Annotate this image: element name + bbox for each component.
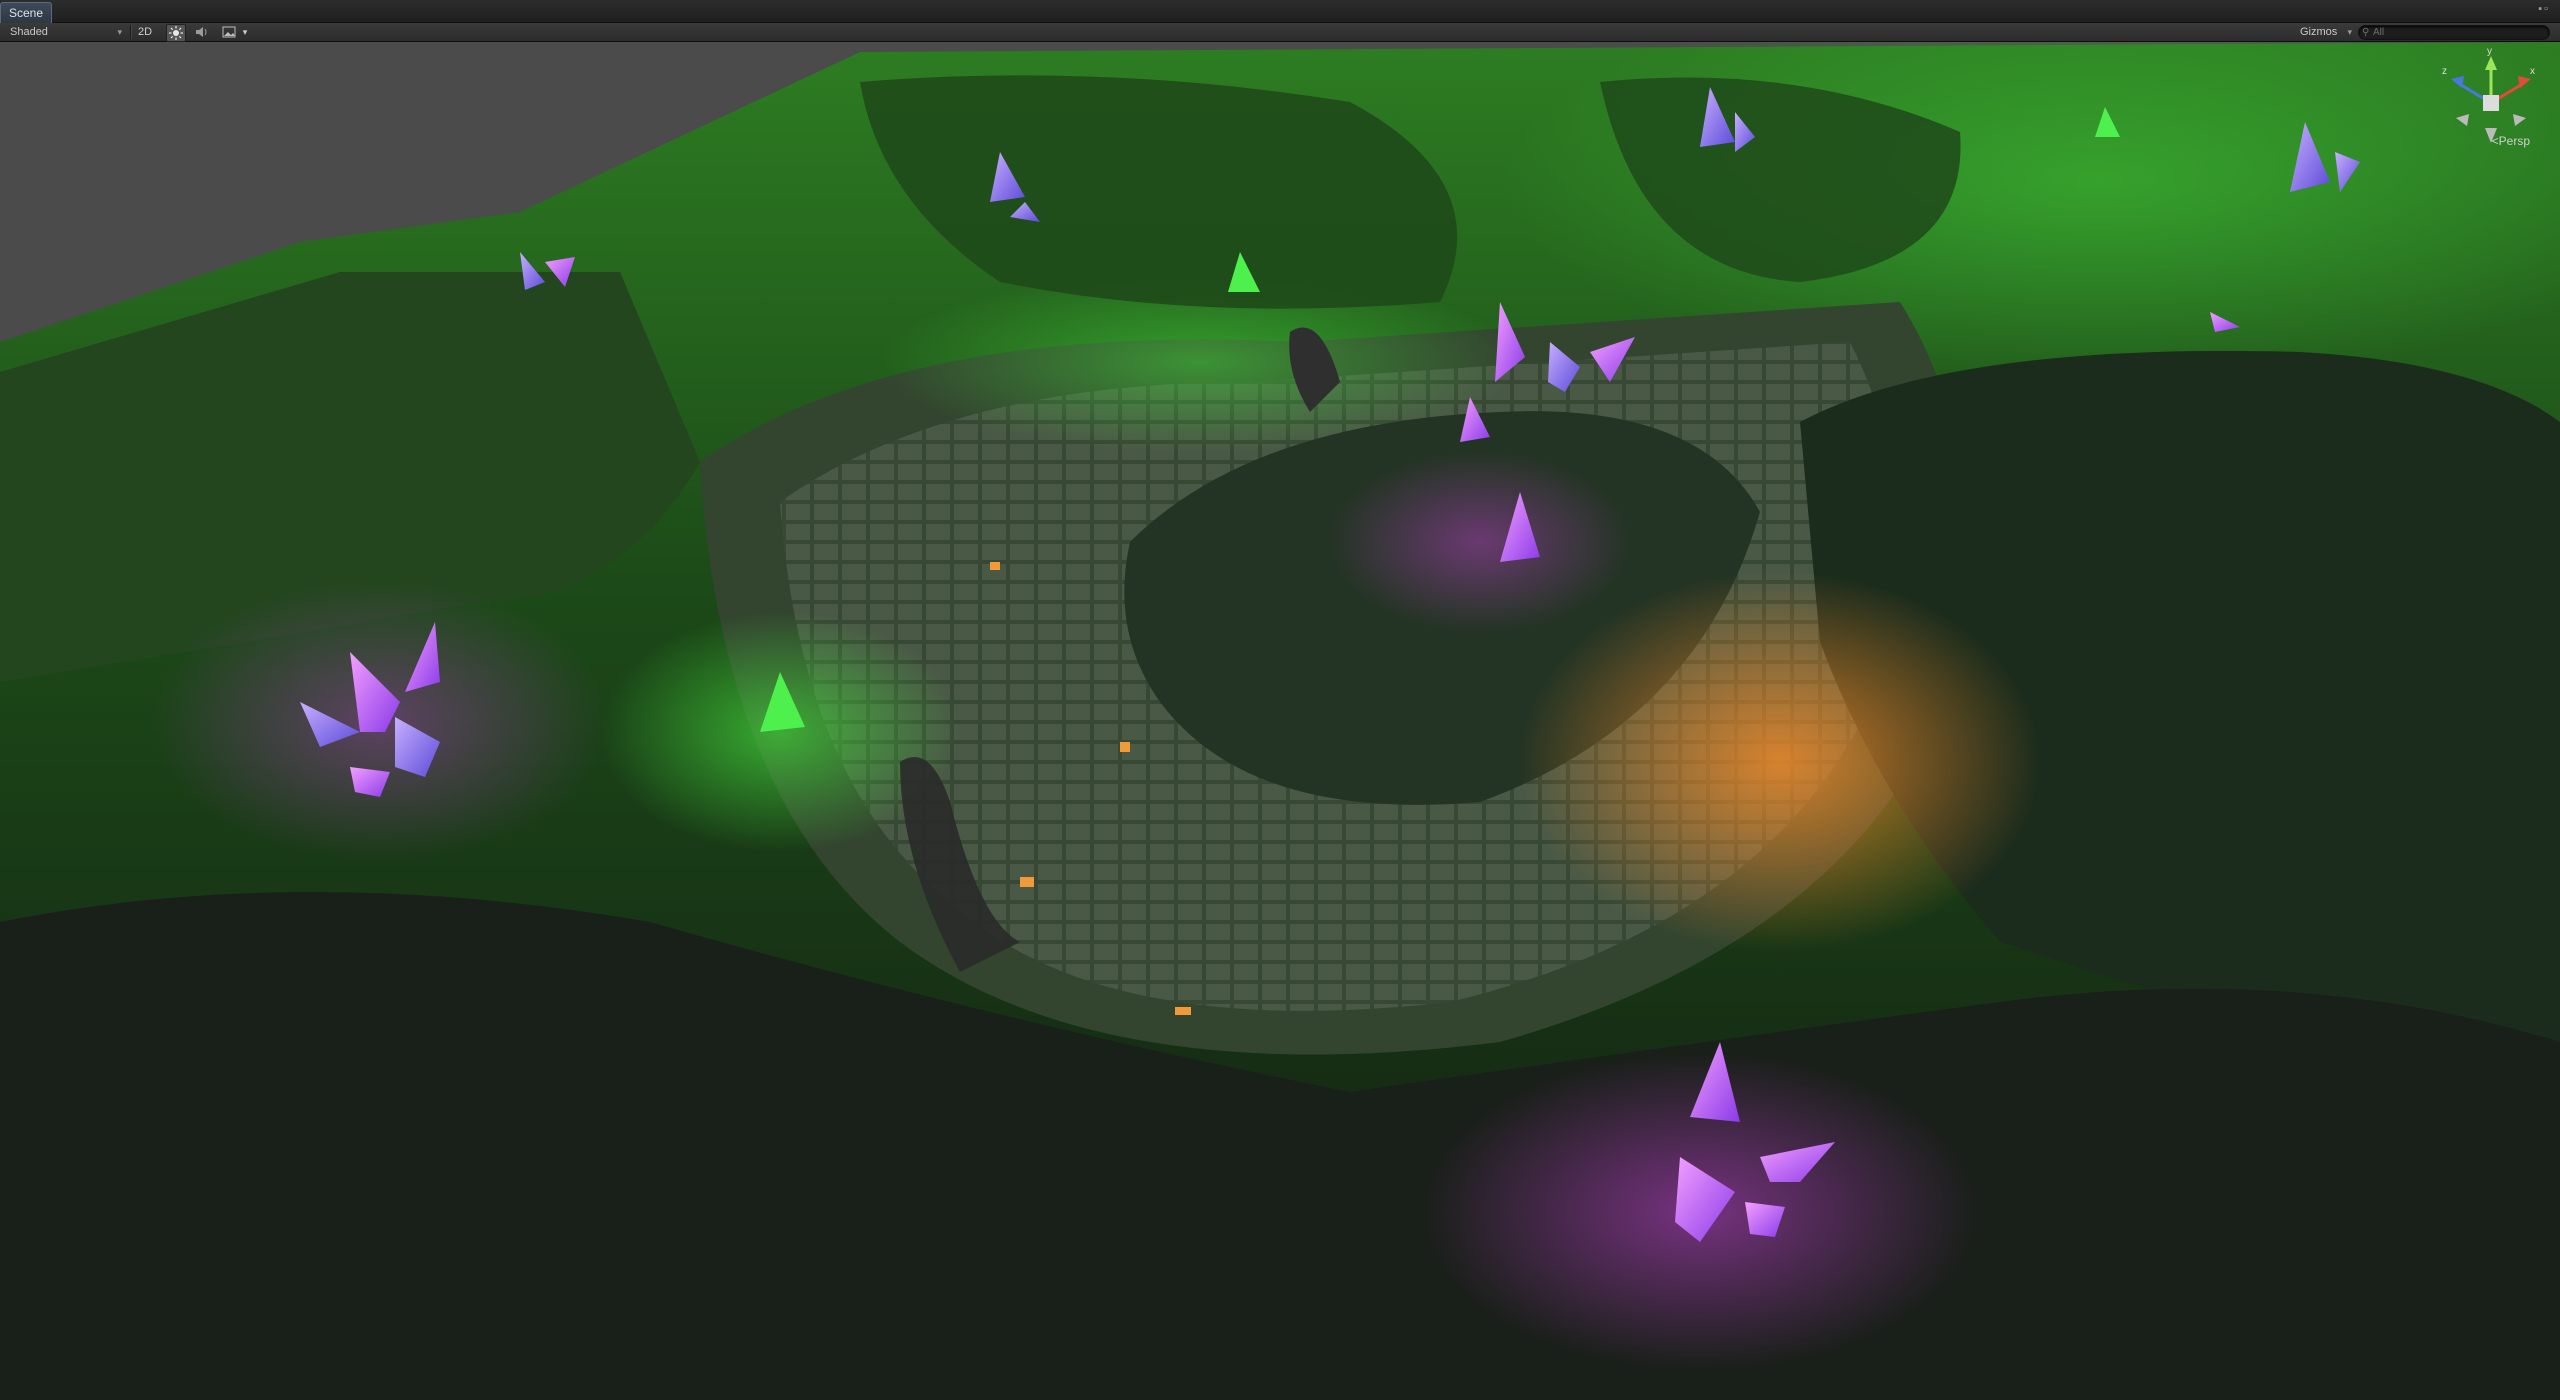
- scene-viewport[interactable]: y x z <Persp: [0, 42, 2560, 1400]
- projection-label: Persp: [2498, 134, 2530, 148]
- scene-render: [0, 42, 2560, 1400]
- axis-y-label: y: [2487, 46, 2492, 57]
- search-icon: ⚲: [2362, 27, 2370, 38]
- gizmos-label: Gizmos: [2300, 26, 2338, 38]
- search-placeholder: All: [2373, 27, 2385, 38]
- shading-mode-label: Shaded: [10, 26, 48, 38]
- projection-toggle[interactable]: <Persp: [2492, 134, 2530, 148]
- hierarchy-search-input[interactable]: ⚲ All: [2358, 25, 2550, 40]
- shading-mode-dropdown[interactable]: Shaded ▾: [6, 23, 126, 41]
- gizmos-dropdown[interactable]: Gizmos ▾: [2298, 23, 2354, 41]
- chevron-down-icon: ▾: [2347, 27, 2352, 37]
- editor-tab-strip: Scene ▪▫: [0, 0, 2560, 23]
- window-menu-icon[interactable]: ▪▫: [2538, 3, 2550, 15]
- tab-scene[interactable]: Scene: [0, 2, 53, 23]
- axis-x-label: x: [2530, 66, 2535, 77]
- speaker-icon[interactable]: [192, 24, 210, 40]
- chevron-down-icon: ▾: [117, 27, 122, 37]
- 2d-toggle-button[interactable]: 2D: [134, 24, 156, 40]
- image-icon[interactable]: [220, 24, 238, 40]
- sun-icon[interactable]: [166, 24, 186, 42]
- chevron-down-icon[interactable]: ▾: [240, 24, 250, 40]
- axis-z-label: z: [2442, 66, 2447, 77]
- scene-toolbar: Shaded ▾ 2D ▾ Gizmos ▾ ⚲ All: [0, 23, 2560, 42]
- toolbar-divider: [130, 25, 132, 39]
- chevron-left-icon: <: [2491, 134, 2499, 148]
